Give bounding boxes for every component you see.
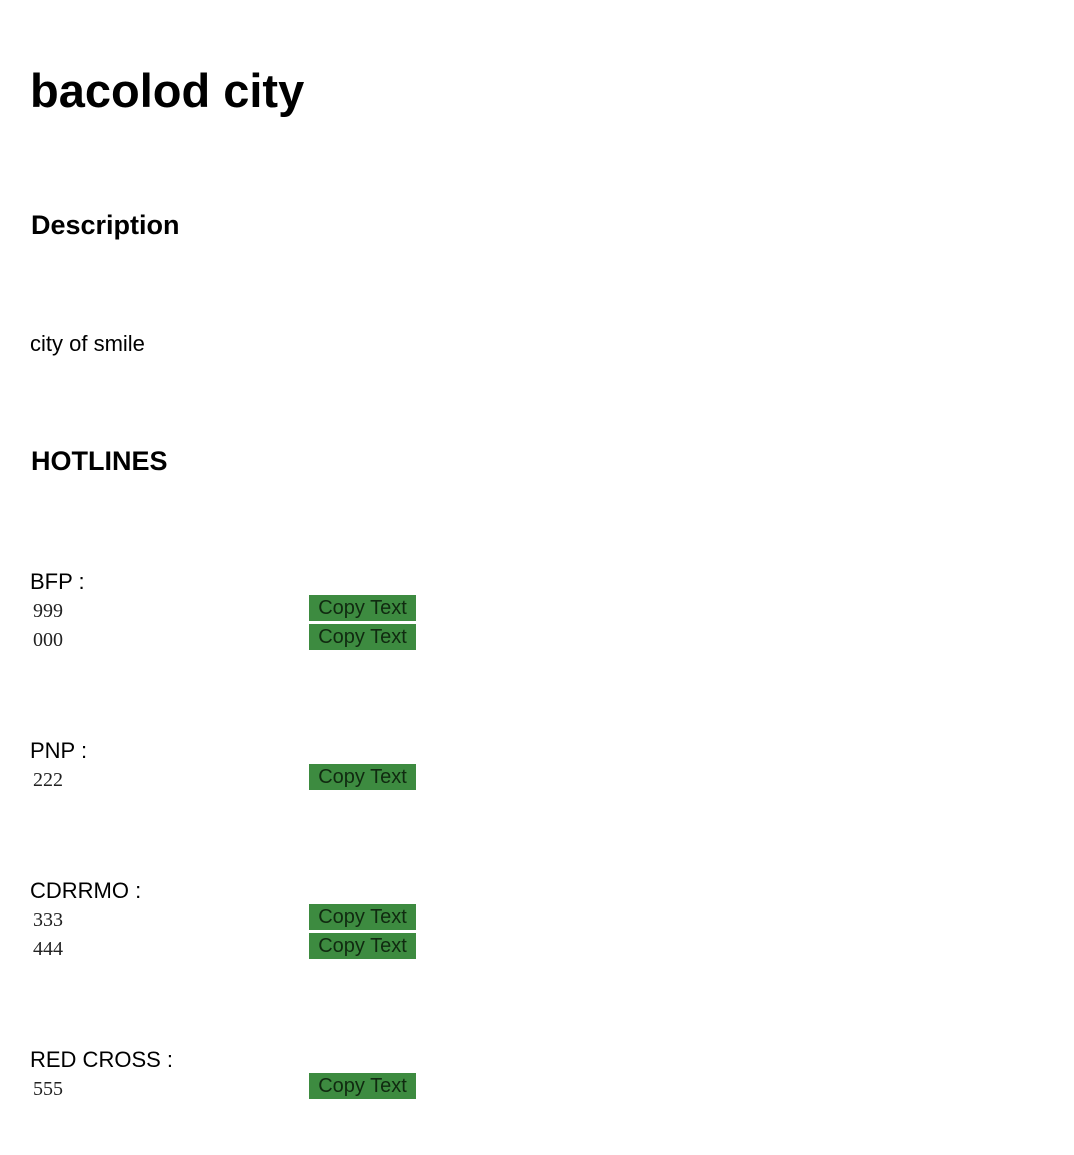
copy-text-button[interactable]: Copy Text bbox=[309, 1073, 416, 1099]
copy-text-button[interactable]: Copy Text bbox=[309, 904, 416, 930]
hotline-row: 000 Copy Text bbox=[30, 623, 450, 653]
hotline-row: 222 Copy Text bbox=[30, 764, 450, 793]
description-heading: Description bbox=[31, 210, 180, 240]
hotline-number: 555 bbox=[33, 1078, 63, 1100]
hotline-group-bfp: BFP : 999 Copy Text 000 Copy Text bbox=[30, 569, 450, 652]
hotline-number: 444 bbox=[33, 937, 63, 960]
hotline-name: RED CROSS : bbox=[30, 1047, 174, 1072]
hotline-number: 222 bbox=[33, 769, 63, 791]
hotline-group-cdrrmo: CDRRMO : 333 Copy Text 444 Copy Text bbox=[30, 878, 450, 961]
description-text: city of smile bbox=[30, 331, 145, 356]
hotline-name: PNP : bbox=[30, 738, 88, 763]
hotline-number: 000 bbox=[33, 628, 63, 651]
hotline-name: BFP : bbox=[30, 569, 85, 594]
copy-text-button[interactable]: Copy Text bbox=[309, 764, 416, 790]
hotline-number: 999 bbox=[33, 600, 63, 622]
hotline-row: 444 Copy Text bbox=[30, 932, 450, 962]
hotline-group-pnp: PNP : 222 Copy Text bbox=[30, 738, 450, 793]
hotline-row: 999 Copy Text bbox=[30, 595, 450, 624]
copy-text-button[interactable]: Copy Text bbox=[309, 595, 416, 621]
copy-text-button[interactable]: Copy Text bbox=[309, 932, 416, 959]
hotline-row: 333 Copy Text bbox=[30, 904, 450, 933]
hotline-row: 555 Copy Text bbox=[30, 1073, 450, 1102]
page-title: bacolod city bbox=[30, 64, 305, 117]
hotline-number: 333 bbox=[33, 909, 63, 931]
copy-text-button[interactable]: Copy Text bbox=[309, 623, 416, 650]
hotlines-heading: HOTLINES bbox=[31, 446, 168, 476]
hotline-name: CDRRMO : bbox=[30, 878, 142, 903]
hotline-group-red-cross: RED CROSS : 555 Copy Text bbox=[30, 1047, 450, 1102]
